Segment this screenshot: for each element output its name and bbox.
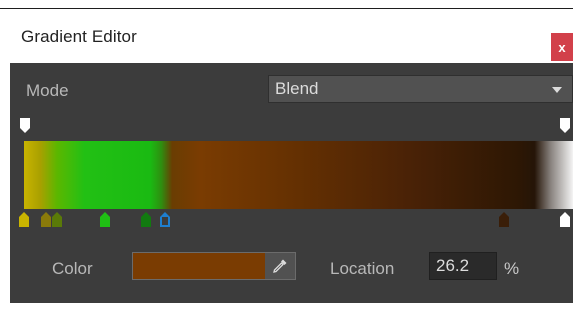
color-key[interactable]	[499, 212, 509, 227]
close-button[interactable]: x	[551, 33, 573, 61]
color-key-selected[interactable]	[160, 212, 170, 227]
color-key-body	[52, 217, 62, 227]
color-key-body	[19, 217, 29, 227]
color-swatch[interactable]	[133, 253, 265, 279]
color-key[interactable]	[52, 212, 62, 227]
alpha-key-tip	[560, 128, 570, 133]
color-key-body	[100, 217, 110, 227]
location-label: Location	[330, 259, 395, 278]
alpha-key-end[interactable]	[560, 118, 570, 133]
mode-label: Mode	[26, 81, 69, 100]
color-key-body	[41, 217, 51, 227]
alpha-key-tip	[20, 128, 30, 133]
editor-panel: Mode Blend Color Location 26.2 %	[10, 63, 573, 303]
gradient-preview[interactable]	[24, 141, 573, 209]
color-key-body	[499, 217, 509, 227]
eyedropper-icon[interactable]	[265, 253, 295, 279]
window-title: Gradient Editor	[21, 27, 137, 46]
alpha-key-start[interactable]	[20, 118, 30, 133]
alpha-key-body	[560, 118, 570, 128]
location-input[interactable]	[429, 252, 497, 280]
gradient-editor-window: Gradient Editor x Mode Blend Color Locat…	[0, 0, 573, 309]
percent-unit: %	[504, 259, 520, 278]
color-key[interactable]	[100, 212, 110, 227]
chevron-down-icon	[552, 87, 562, 93]
color-key-body	[141, 217, 151, 227]
color-label: Color	[52, 259, 93, 278]
close-icon: x	[558, 39, 566, 55]
color-key[interactable]	[19, 212, 29, 227]
color-key-body	[560, 217, 570, 227]
mode-dropdown[interactable]: Blend	[268, 75, 573, 103]
eyedropper-glyph	[273, 259, 287, 273]
color-key-body	[160, 217, 170, 227]
alpha-key-body	[20, 118, 30, 128]
color-field[interactable]	[132, 252, 296, 280]
color-key[interactable]	[560, 212, 570, 227]
color-key[interactable]	[41, 212, 51, 227]
title-bar: Gradient Editor x	[0, 8, 573, 63]
mode-value: Blend	[275, 79, 319, 98]
color-key[interactable]	[141, 212, 151, 227]
